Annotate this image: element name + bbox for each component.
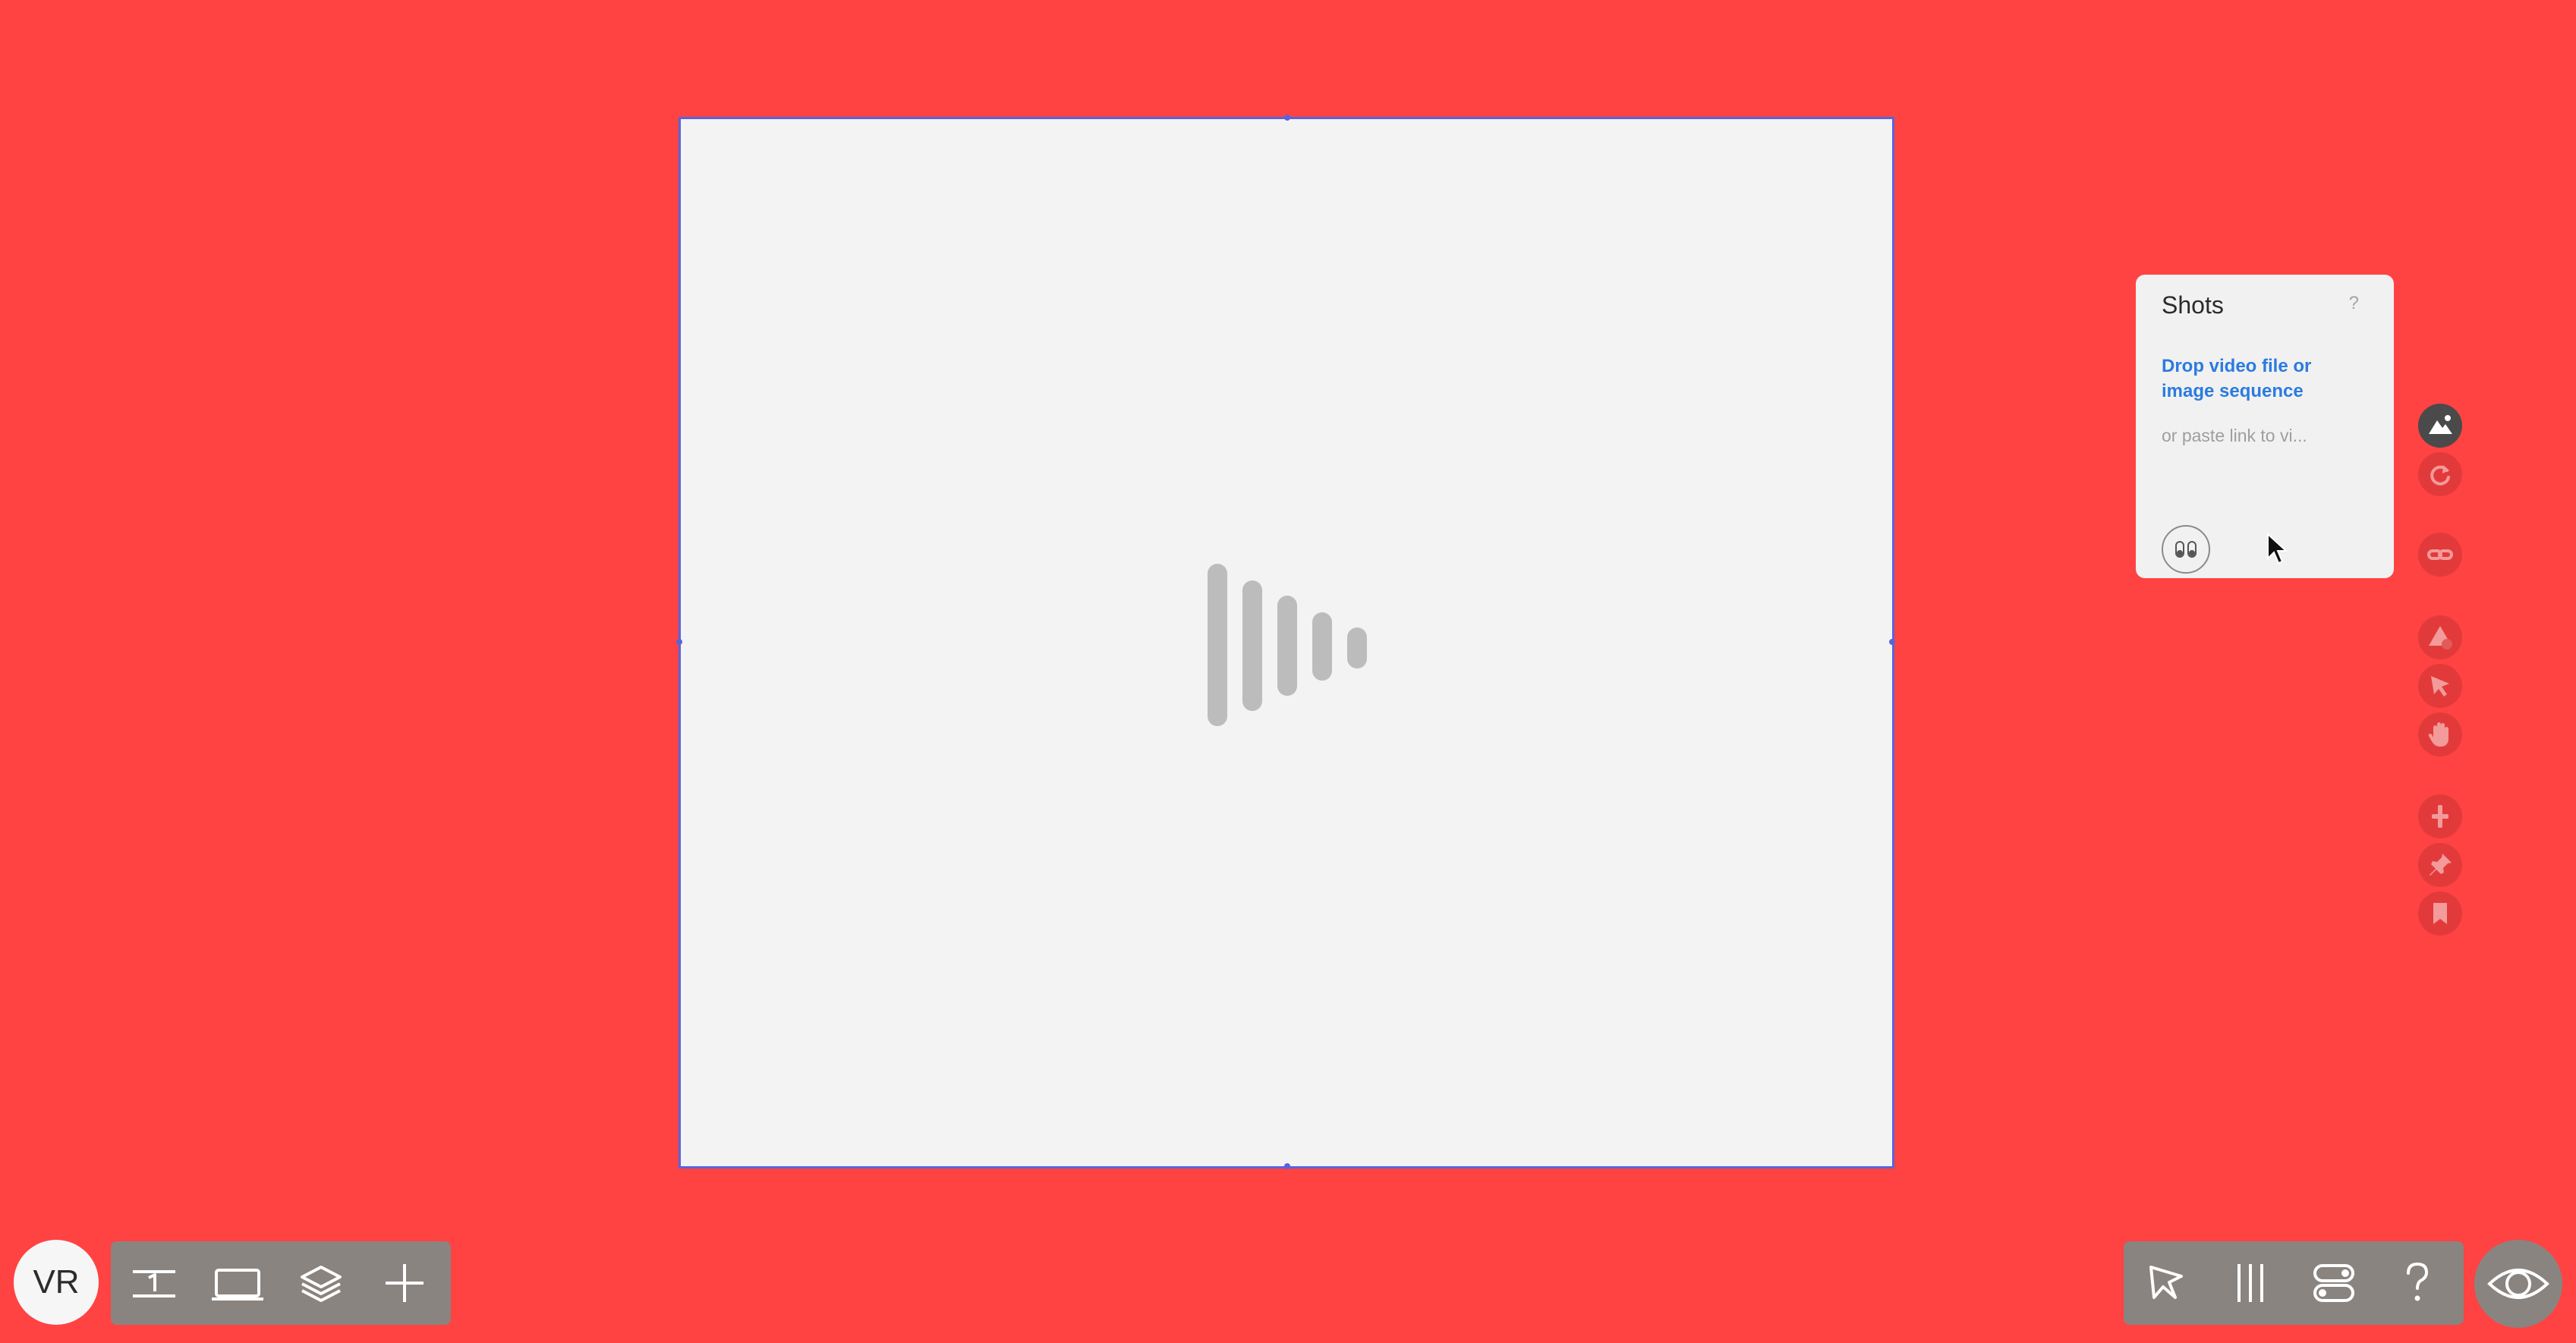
bottom-right-toolbar	[2124, 1241, 2464, 1325]
help-icon	[2407, 1262, 2429, 1301]
hand-tool-button[interactable]	[2418, 712, 2462, 756]
link-tool-button[interactable]	[2418, 533, 2462, 577]
pointer-icon	[2431, 676, 2449, 697]
image-icon	[2429, 415, 2452, 434]
add-icon	[2432, 805, 2448, 828]
toggles-button[interactable]	[2292, 1241, 2376, 1325]
drop-zone-link[interactable]: Drop video file or image sequence	[2162, 354, 2351, 404]
bottom-left-toolbar	[111, 1241, 451, 1325]
mouse-cursor-icon	[2267, 533, 2288, 565]
page-one-icon	[133, 1270, 175, 1297]
eye-icon	[2487, 1269, 2549, 1299]
shots-panel-title: Shots	[2162, 291, 2224, 319]
screen-button[interactable]	[196, 1241, 279, 1325]
layers-icon	[301, 1266, 342, 1302]
hand-icon	[2428, 722, 2448, 747]
screen-icon	[212, 1269, 263, 1301]
shapes-icon	[2429, 626, 2452, 649]
shots-panel: Shots ? Drop video file or image sequenc…	[2136, 275, 2394, 578]
loading-bars-icon	[1208, 564, 1367, 726]
shapes-tool-button[interactable]	[2418, 615, 2462, 659]
layers-button[interactable]	[279, 1241, 363, 1325]
bookmark-tool-button[interactable]	[2418, 892, 2462, 936]
user-avatar[interactable]: VR	[14, 1240, 99, 1325]
pin-icon	[2430, 854, 2452, 876]
add-button[interactable]	[363, 1241, 446, 1325]
capsule-button[interactable]	[2162, 525, 2210, 574]
toggles-icon	[2313, 1264, 2354, 1302]
link-icon	[2427, 549, 2453, 560]
help-button[interactable]: ?	[2349, 293, 2359, 314]
columns-button[interactable]	[2209, 1241, 2292, 1325]
redo-tool-button[interactable]	[2418, 452, 2462, 496]
page-one-button[interactable]	[112, 1241, 196, 1325]
columns-icon	[2237, 1264, 2263, 1302]
preview-button[interactable]	[2474, 1240, 2562, 1328]
paste-link-input[interactable]	[2162, 422, 2359, 449]
resize-handle-left[interactable]	[676, 639, 682, 645]
resize-handle-bottom[interactable]	[1284, 1163, 1290, 1169]
resize-handle-top[interactable]	[1284, 115, 1290, 121]
canvas-frame[interactable]	[676, 115, 1895, 1169]
resize-handle-right[interactable]	[1889, 639, 1895, 645]
redo-icon	[2430, 465, 2450, 486]
pin-tool-button[interactable]	[2418, 843, 2462, 887]
image-tool-button[interactable]	[2418, 404, 2462, 448]
capsule-icon	[2175, 541, 2197, 558]
help-button-toolbar[interactable]	[2376, 1241, 2459, 1325]
select-button[interactable]	[2124, 1241, 2207, 1325]
app-stage: Shots ? Drop video file or image sequenc…	[0, 0, 2576, 1343]
pointer-tool-button[interactable]	[2418, 664, 2462, 708]
select-icon	[2149, 1266, 2183, 1299]
plus-icon	[386, 1264, 424, 1302]
add-tool-button[interactable]	[2418, 794, 2462, 838]
bookmark-icon	[2433, 903, 2447, 924]
